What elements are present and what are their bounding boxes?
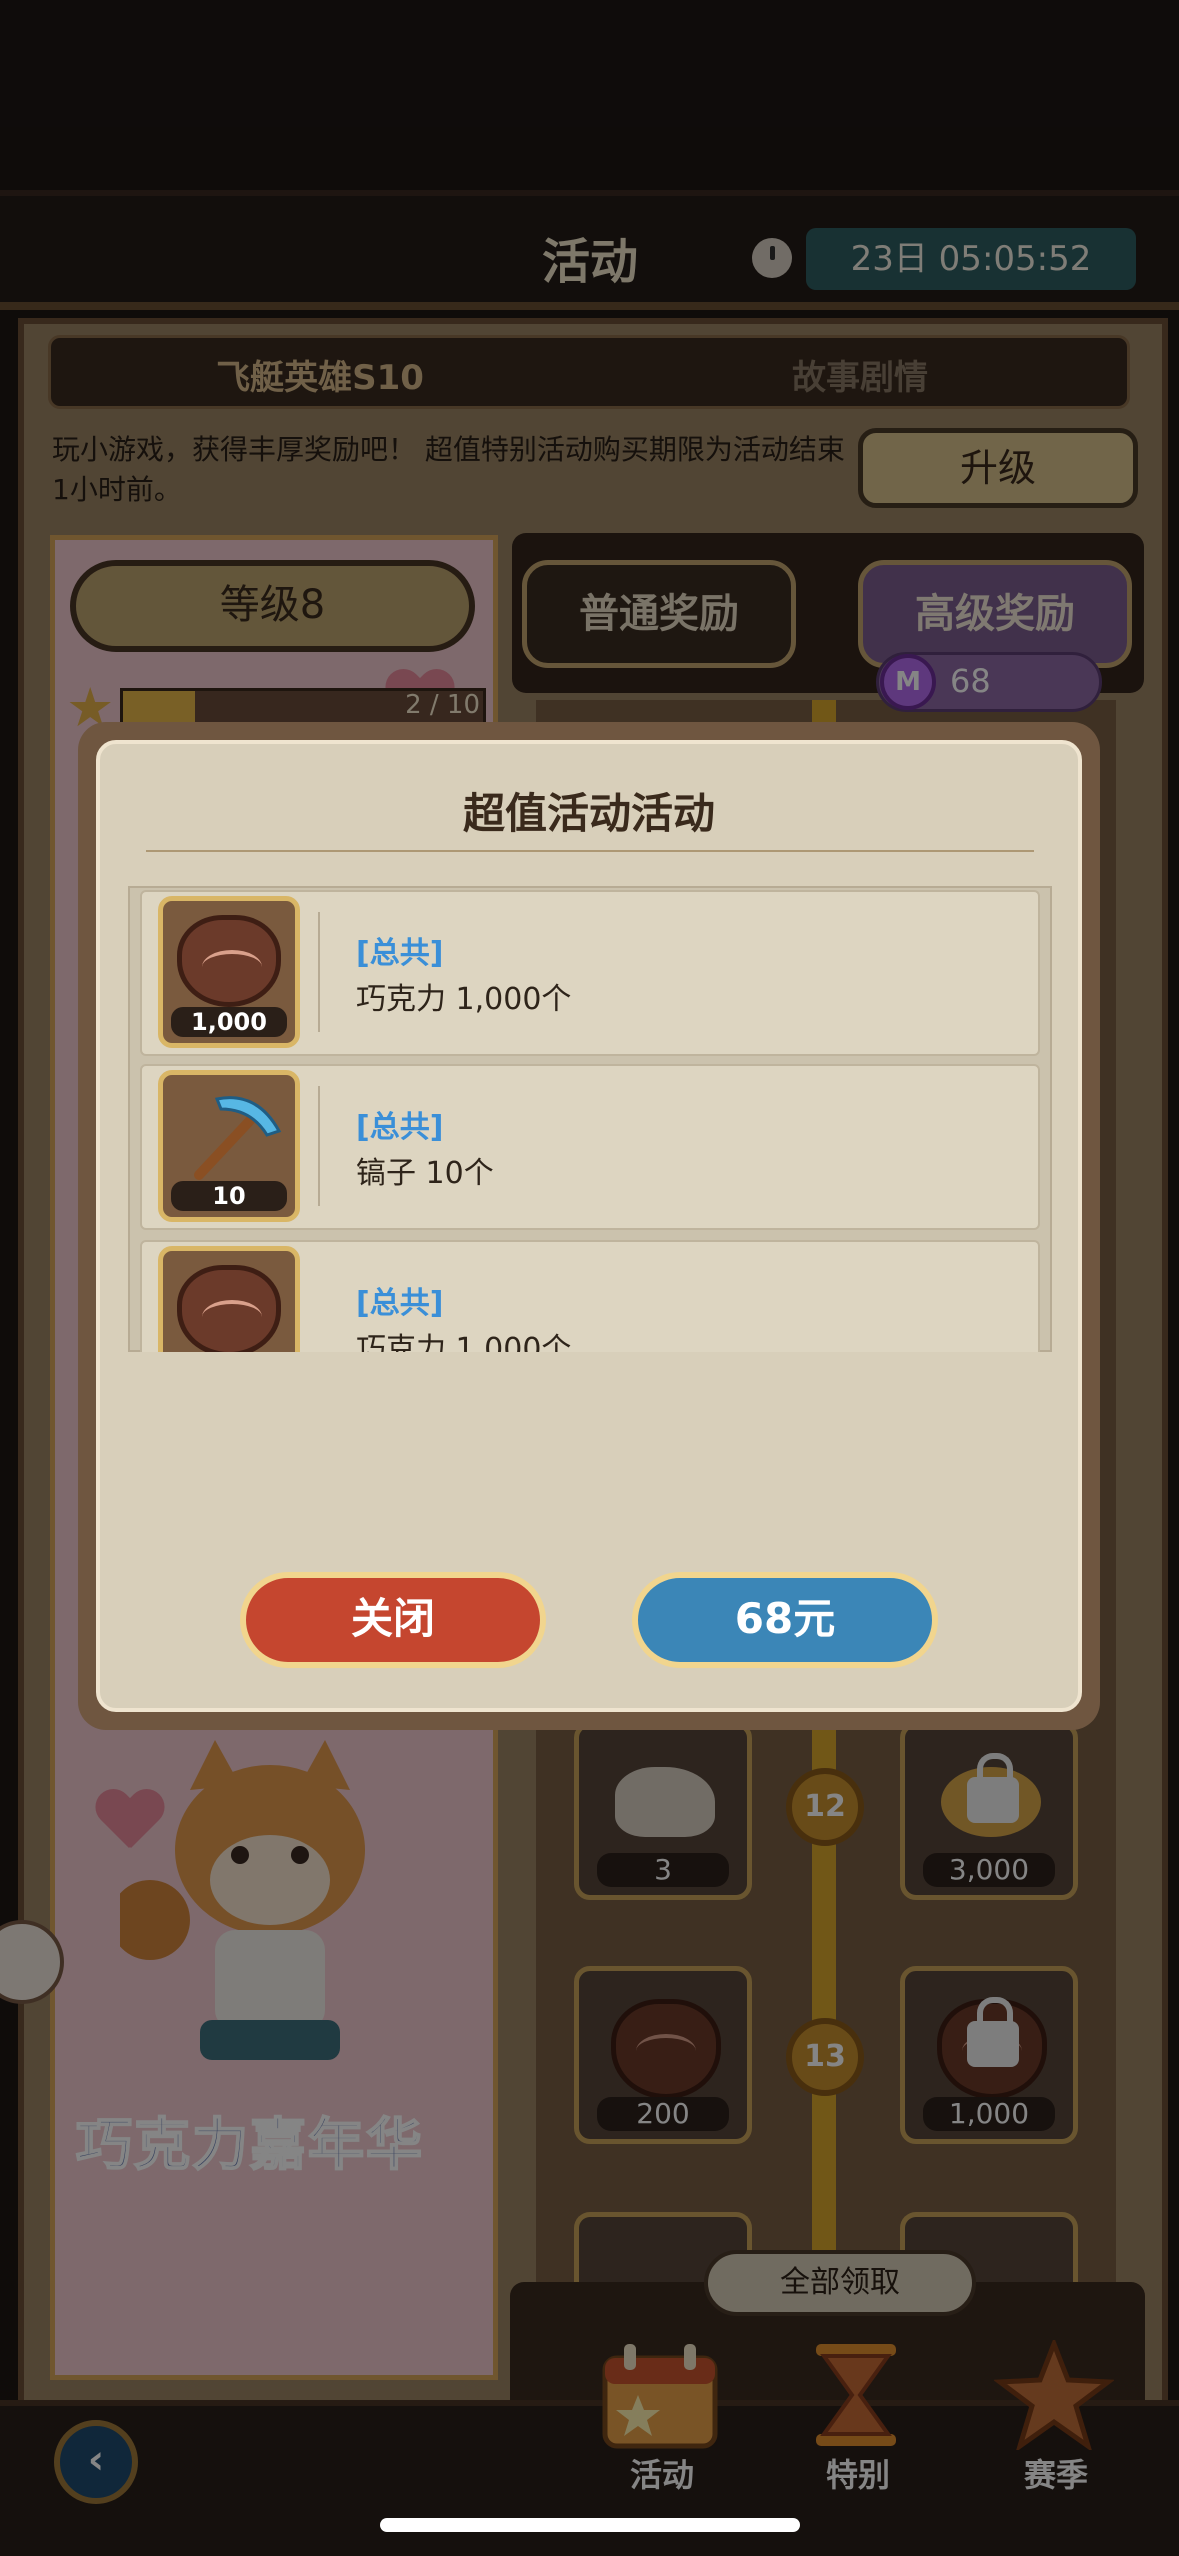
- list-clip: [总共] 巧克力 1,000个: [128, 1238, 1052, 1352]
- item-tag: [总共]: [356, 1110, 444, 1145]
- divider: [318, 912, 320, 1032]
- item-quantity: 1,000: [171, 1007, 287, 1037]
- item-icon-box: [158, 1246, 300, 1352]
- game-screen: 活动 23日 05:05:52 飞艇英雄S10 故事剧情 玩小游戏，获得丰厚奖励…: [0, 0, 1179, 2556]
- chocolate-icon: [177, 915, 281, 1007]
- divider: [146, 850, 1034, 852]
- item-icon-box: 10: [158, 1070, 300, 1222]
- pickaxe-icon: [194, 1096, 282, 1180]
- buy-button[interactable]: 68元: [632, 1572, 938, 1668]
- item-quantity: 10: [171, 1181, 287, 1211]
- home-indicator[interactable]: [380, 2518, 800, 2532]
- close-button[interactable]: 关闭: [240, 1572, 546, 1668]
- item-description: 巧克力 1,000个: [356, 982, 572, 1017]
- divider: [318, 1086, 320, 1206]
- item-description: 镐子 10个: [356, 1156, 494, 1191]
- chocolate-icon: [177, 1265, 281, 1352]
- item-description: 巧克力 1,000个: [356, 1332, 572, 1352]
- item-tag: [总共]: [356, 936, 444, 971]
- item-tag: [总共]: [356, 1286, 444, 1321]
- modal-title: 超值活动活动: [462, 789, 715, 838]
- item-icon-box: 1,000: [158, 896, 300, 1048]
